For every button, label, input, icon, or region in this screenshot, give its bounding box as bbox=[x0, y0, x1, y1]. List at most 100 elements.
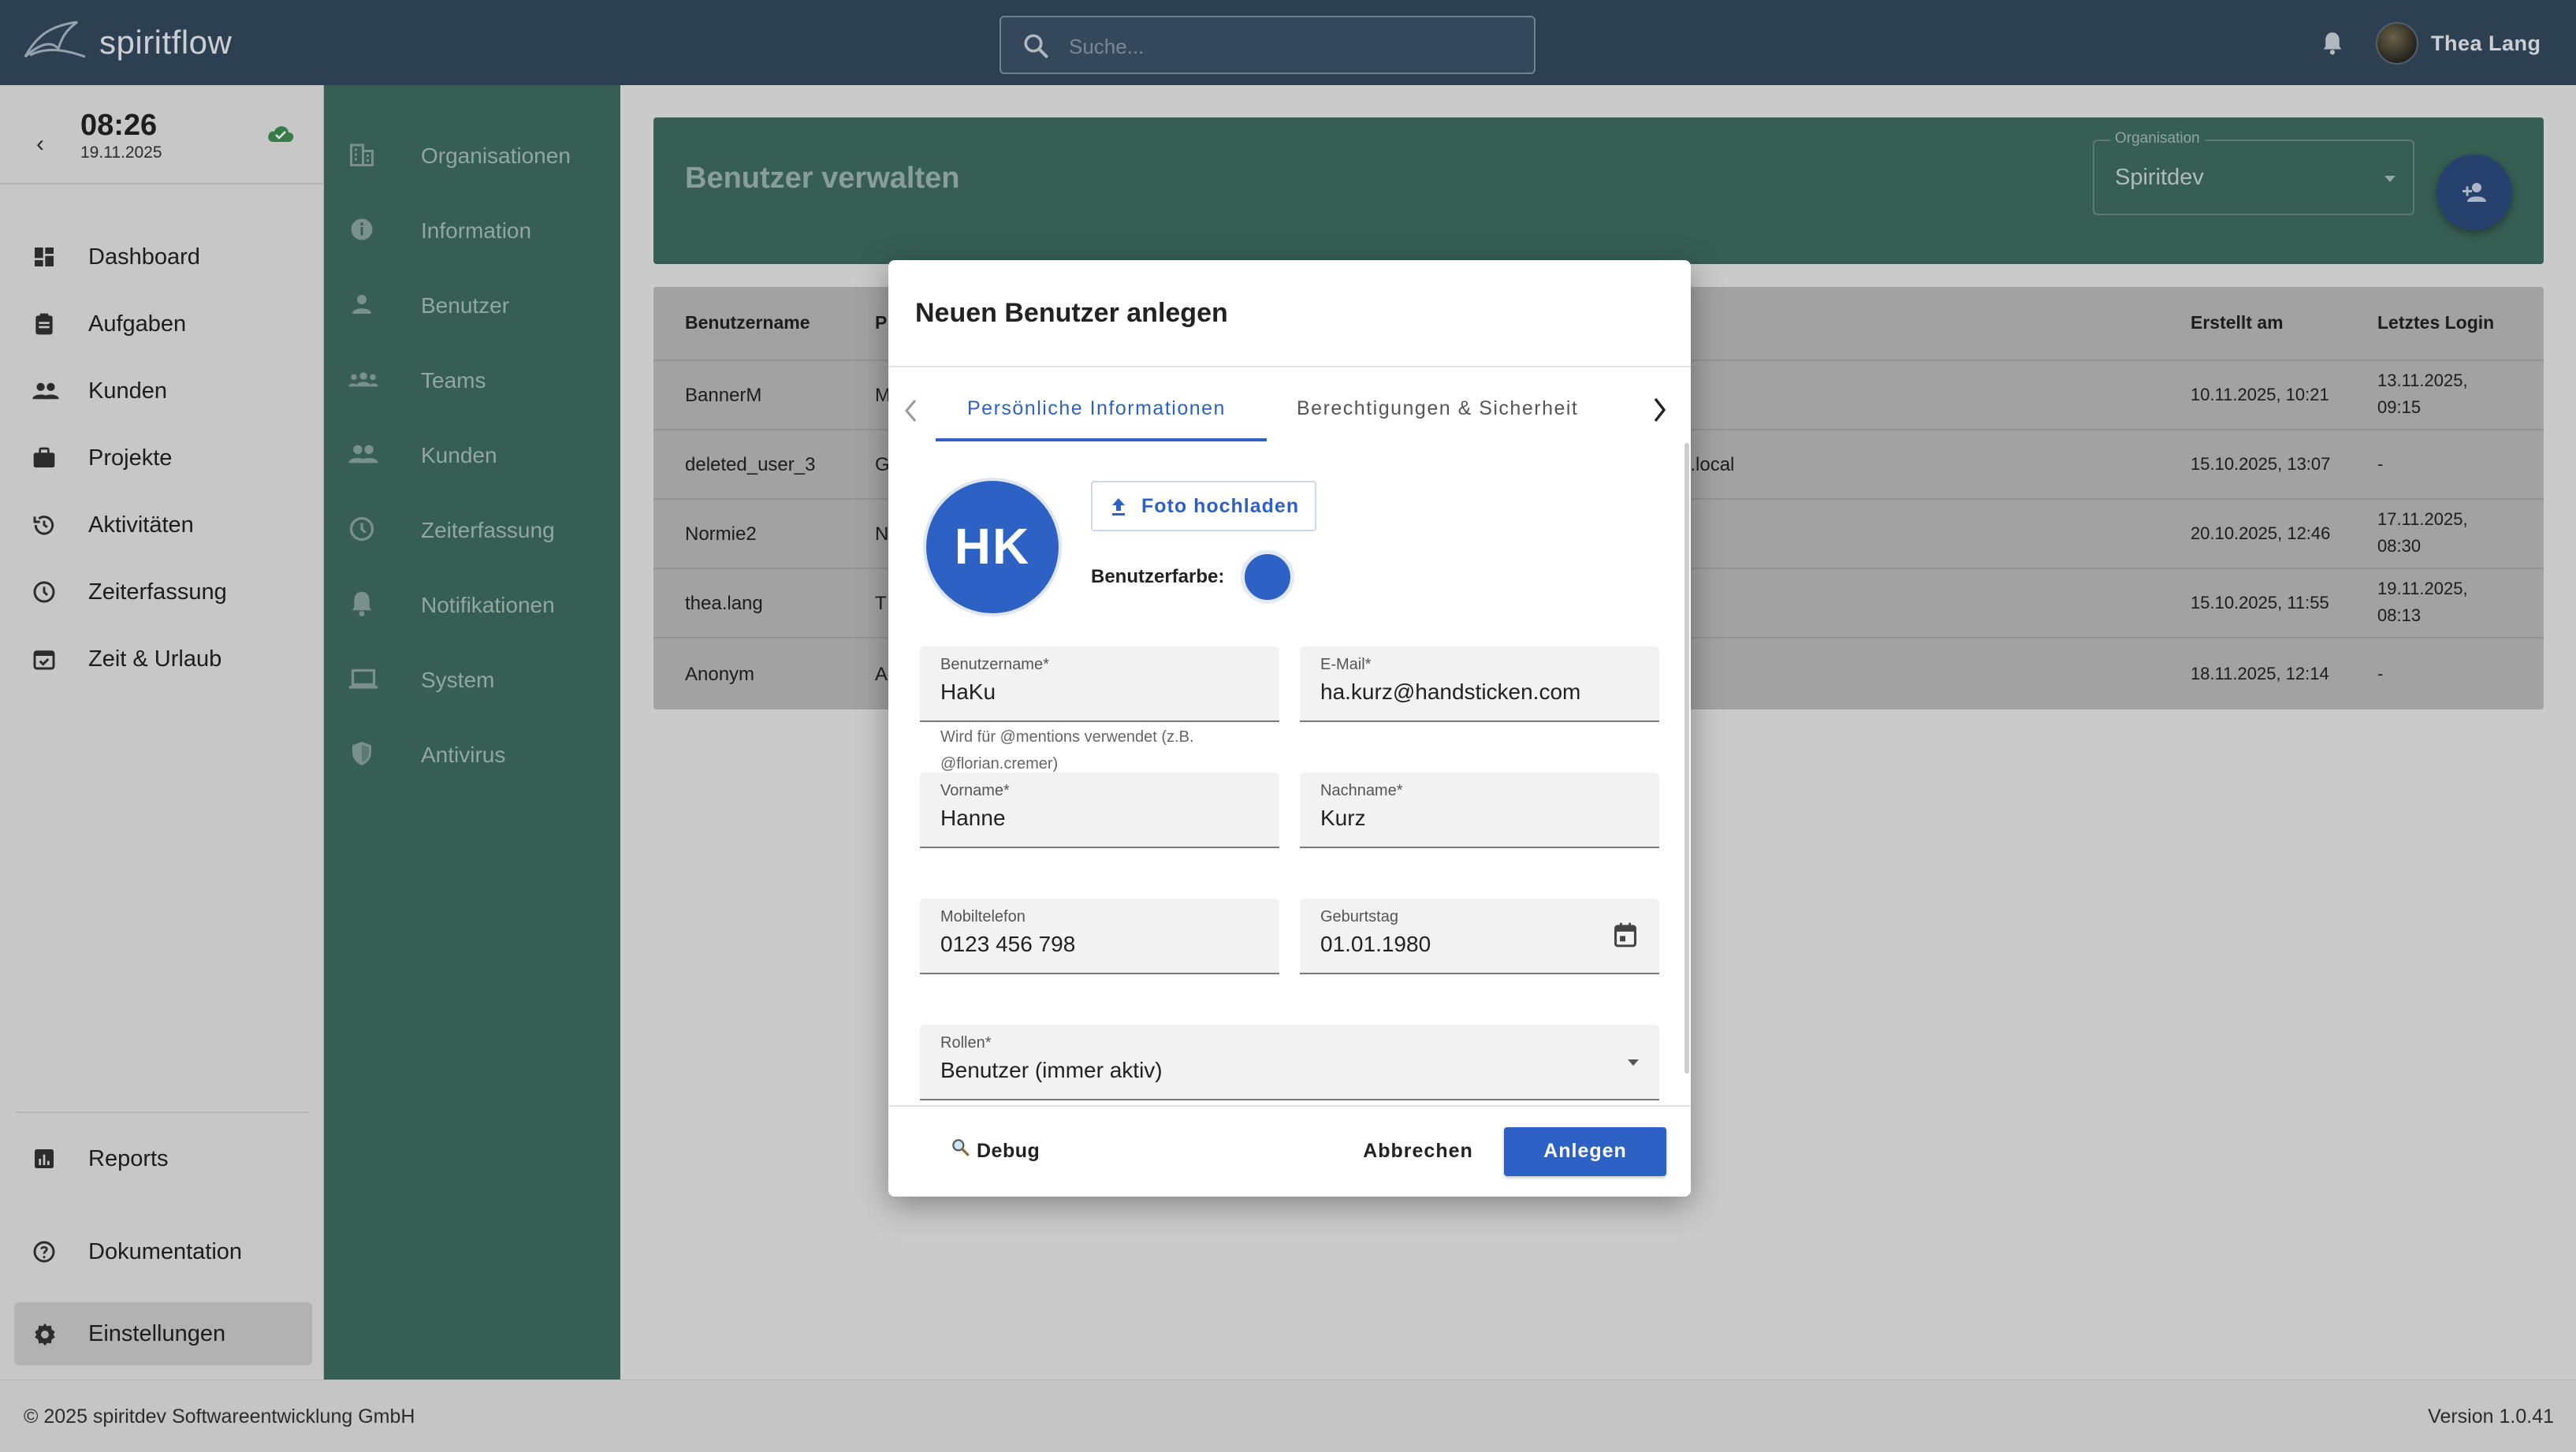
cell-created: 18.11.2025, 12:14 bbox=[2191, 664, 2329, 683]
nav-item-aktivitaeten[interactable]: Aktivitäten bbox=[0, 497, 324, 553]
cell-p: N bbox=[875, 523, 889, 545]
cloud-check-icon bbox=[266, 123, 295, 143]
divider bbox=[888, 1105, 1691, 1107]
nav-item-einstellungen-content[interactable]: Einstellungen bbox=[0, 1305, 324, 1362]
clock-icon bbox=[348, 515, 376, 543]
divider bbox=[888, 366, 1691, 367]
cell-last-login-time: 08:30 bbox=[2377, 536, 2422, 556]
people-icon bbox=[32, 378, 60, 404]
settings-item-organisationen[interactable]: Organisationen bbox=[324, 123, 620, 186]
cell-created: 15.10.2025, 11:55 bbox=[2191, 593, 2329, 612]
upload-photo-button[interactable]: Foto hochladen bbox=[1091, 481, 1316, 531]
nav-label: Zeit & Urlaub bbox=[88, 646, 222, 672]
column-header-last-login[interactable]: Letztes Login bbox=[2377, 312, 2494, 333]
roles-select[interactable]: Rollen* Benutzer (immer aktiv) bbox=[920, 1025, 1659, 1100]
username-field[interactable]: Benutzername* HaKu bbox=[920, 646, 1279, 722]
history-icon bbox=[32, 512, 57, 538]
settings-item-label: Benutzer bbox=[421, 293, 510, 318]
create-label: Anlegen bbox=[1543, 1140, 1627, 1162]
organisation-select[interactable]: Organisation Spiritdev bbox=[2093, 130, 2414, 215]
page-header: Benutzer verwalten Organisation Spiritde… bbox=[653, 117, 2544, 264]
settings-item-label: Notifikationen bbox=[421, 593, 555, 617]
building-icon bbox=[348, 140, 376, 169]
cancel-button[interactable]: Abbrechen bbox=[1331, 1127, 1505, 1175]
birthday-field[interactable]: Geburtstag 01.01.1980 bbox=[1300, 899, 1659, 974]
nav-item-kunden[interactable]: Kunden bbox=[0, 363, 324, 419]
main-sidebar: ‹ 08:26 19.11.2025 Dashboard Aufgaben Ku… bbox=[0, 85, 324, 1379]
user-color-picker[interactable] bbox=[1241, 550, 1294, 604]
cell-username: deleted_user_3 bbox=[685, 454, 816, 475]
birthday-label: Geburtstag bbox=[1320, 908, 1398, 925]
user-avatar-preview: HK bbox=[923, 478, 1062, 616]
cell-last-login-date: 17.11.2025, bbox=[2377, 509, 2468, 529]
divider bbox=[0, 183, 324, 184]
nav-item-projekte[interactable]: Projekte bbox=[0, 430, 324, 486]
upload-icon bbox=[1112, 498, 1125, 516]
upload-photo-label: Foto hochladen bbox=[1141, 495, 1300, 517]
cell-last-login-time: 08:13 bbox=[2377, 605, 2422, 625]
create-button[interactable]: Anlegen bbox=[1504, 1127, 1666, 1176]
person-icon bbox=[348, 290, 376, 318]
nav-label: Zeiterfassung bbox=[88, 579, 227, 605]
settings-item-information[interactable]: Information bbox=[324, 198, 620, 261]
dialog-title: Neuen Benutzer anlegen bbox=[915, 298, 1228, 328]
clock-date: 19.11.2025 bbox=[80, 143, 162, 162]
tab-permissions[interactable]: Berechtigungen & Sicherheit bbox=[1297, 397, 1578, 420]
group-icon bbox=[348, 365, 379, 393]
firstname-field[interactable]: Vorname* Hanne bbox=[920, 773, 1279, 848]
column-header-p[interactable]: P bbox=[875, 312, 887, 333]
organisation-value: Spiritdev bbox=[2115, 165, 2204, 190]
collapse-chevron-icon[interactable]: ‹ bbox=[36, 131, 44, 158]
user-name[interactable]: Thea Lang bbox=[2431, 32, 2541, 56]
nav-label: Projekte bbox=[88, 445, 173, 471]
debug-button[interactable]: Debug bbox=[977, 1140, 1040, 1163]
nav-item-zeit-urlaub[interactable]: Zeit & Urlaub bbox=[0, 631, 324, 687]
app-name[interactable]: spiritflow bbox=[99, 24, 232, 61]
settings-item-zeiterfassung[interactable]: Zeiterfassung bbox=[324, 497, 620, 560]
divider bbox=[16, 1111, 309, 1113]
email-label: E-Mail* bbox=[1320, 656, 1372, 673]
nav-label: Dokumentation bbox=[88, 1239, 243, 1264]
cell-created: 20.10.2025, 12:46 bbox=[2191, 523, 2331, 543]
magnifier-icon[interactable] bbox=[950, 1137, 970, 1157]
calendar-icon[interactable] bbox=[1612, 921, 1639, 949]
cell-p: G bbox=[875, 454, 890, 475]
tab-scroll-right-icon[interactable] bbox=[1651, 396, 1669, 424]
lastname-field[interactable]: Nachname* Kurz bbox=[1300, 773, 1659, 848]
user-avatar[interactable] bbox=[2376, 22, 2418, 65]
bell-icon[interactable] bbox=[2321, 30, 2344, 57]
nav-item-dashboard[interactable]: Dashboard bbox=[0, 229, 324, 285]
nav-item-zeiterfassung[interactable]: Zeiterfassung bbox=[0, 564, 324, 620]
search-input[interactable]: Suche... bbox=[1000, 16, 1536, 74]
nav-item-dokumentation[interactable]: Dokumentation bbox=[0, 1223, 324, 1280]
cancel-label: Abbrechen bbox=[1363, 1140, 1473, 1162]
chart-icon bbox=[32, 1146, 57, 1171]
logo-icon bbox=[22, 17, 88, 65]
column-header-username[interactable]: Benutzername bbox=[685, 312, 810, 333]
info-icon bbox=[348, 215, 376, 244]
firstname-value: Hanne bbox=[940, 806, 1006, 830]
tab-scroll-left-icon[interactable] bbox=[903, 397, 920, 424]
add-user-button[interactable] bbox=[2436, 155, 2512, 230]
nav-item-reports[interactable]: Reports bbox=[0, 1130, 324, 1187]
scrollbar[interactable] bbox=[1684, 443, 1689, 1074]
cell-last-login: 19.11.2025, 08:13 bbox=[2377, 575, 2468, 629]
bell-icon bbox=[348, 590, 376, 618]
dashboard-icon bbox=[32, 244, 57, 270]
settings-item-system[interactable]: System bbox=[324, 647, 620, 710]
settings-item-notifikationen[interactable]: Notifikationen bbox=[324, 572, 620, 635]
email-value: ha.kurz@handsticken.com bbox=[1320, 679, 1581, 704]
organisation-label: Organisation bbox=[2110, 130, 2205, 147]
username-hint-line: Wird für @mentions verwendet (z.B. bbox=[940, 728, 1194, 746]
mobile-field[interactable]: Mobiltelefon 0123 456 798 bbox=[920, 899, 1279, 974]
username-label: Benutzername* bbox=[940, 656, 1049, 673]
email-field[interactable]: E-Mail* ha.kurz@handsticken.com bbox=[1300, 646, 1659, 722]
settings-item-kunden[interactable]: Kunden bbox=[324, 423, 620, 486]
settings-item-label: Zeiterfassung bbox=[421, 518, 555, 542]
nav-item-aufgaben[interactable]: Aufgaben bbox=[0, 296, 324, 352]
settings-item-teams[interactable]: Teams bbox=[324, 348, 620, 411]
settings-item-benutzer[interactable]: Benutzer bbox=[324, 273, 620, 336]
tab-personal-info[interactable]: Persönliche Informationen bbox=[967, 397, 1226, 420]
settings-item-antivirus[interactable]: Antivirus bbox=[324, 722, 620, 785]
column-header-created[interactable]: Erstellt am bbox=[2191, 312, 2284, 333]
